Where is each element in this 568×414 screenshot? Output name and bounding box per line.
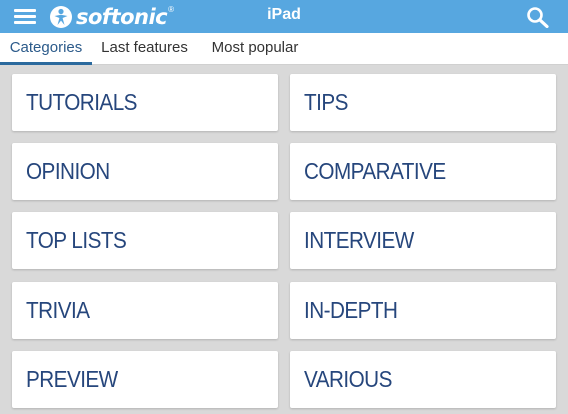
category-label: VARIOUS: [304, 366, 392, 392]
category-label: TRIVIA: [26, 297, 90, 323]
category-card-opinion[interactable]: OPINION: [12, 143, 278, 200]
tab-most-popular[interactable]: Most popular: [203, 33, 307, 65]
registered-mark: ®: [168, 5, 175, 14]
top-bar: softonic ® iPad: [0, 0, 568, 33]
category-label: TOP LISTS: [26, 227, 127, 253]
category-label: INTERVIEW: [304, 227, 414, 253]
category-card-in-depth[interactable]: IN-DEPTH: [290, 282, 556, 339]
search-icon[interactable]: [526, 6, 550, 28]
category-label: PREVIEW: [26, 366, 118, 392]
tab-last-features[interactable]: Last features: [94, 33, 195, 65]
category-card-tutorials[interactable]: TUTORIALS: [12, 74, 278, 131]
brand-name: softonic: [76, 4, 168, 29]
softonic-logo[interactable]: softonic ®: [49, 3, 174, 30]
category-label: OPINION: [26, 158, 110, 184]
category-card-tips[interactable]: TIPS: [290, 74, 556, 131]
category-card-trivia[interactable]: TRIVIA: [12, 282, 278, 339]
category-label: COMPARATIVE: [304, 158, 446, 184]
category-label: TUTORIALS: [26, 89, 137, 115]
category-card-various[interactable]: VARIOUS: [290, 351, 556, 408]
category-card-top-lists[interactable]: TOP LISTS: [12, 212, 278, 269]
category-label: IN-DEPTH: [304, 297, 398, 323]
category-card-interview[interactable]: INTERVIEW: [290, 212, 556, 269]
tab-categories[interactable]: Categories: [0, 33, 92, 65]
tab-bar: Categories Last features Most popular: [0, 33, 568, 65]
category-card-comparative[interactable]: COMPARATIVE: [290, 143, 556, 200]
hamburger-menu-icon[interactable]: [14, 9, 36, 25]
category-label: TIPS: [304, 89, 348, 115]
category-card-preview[interactable]: PREVIEW: [12, 351, 278, 408]
softonic-logo-icon: [50, 5, 72, 28]
